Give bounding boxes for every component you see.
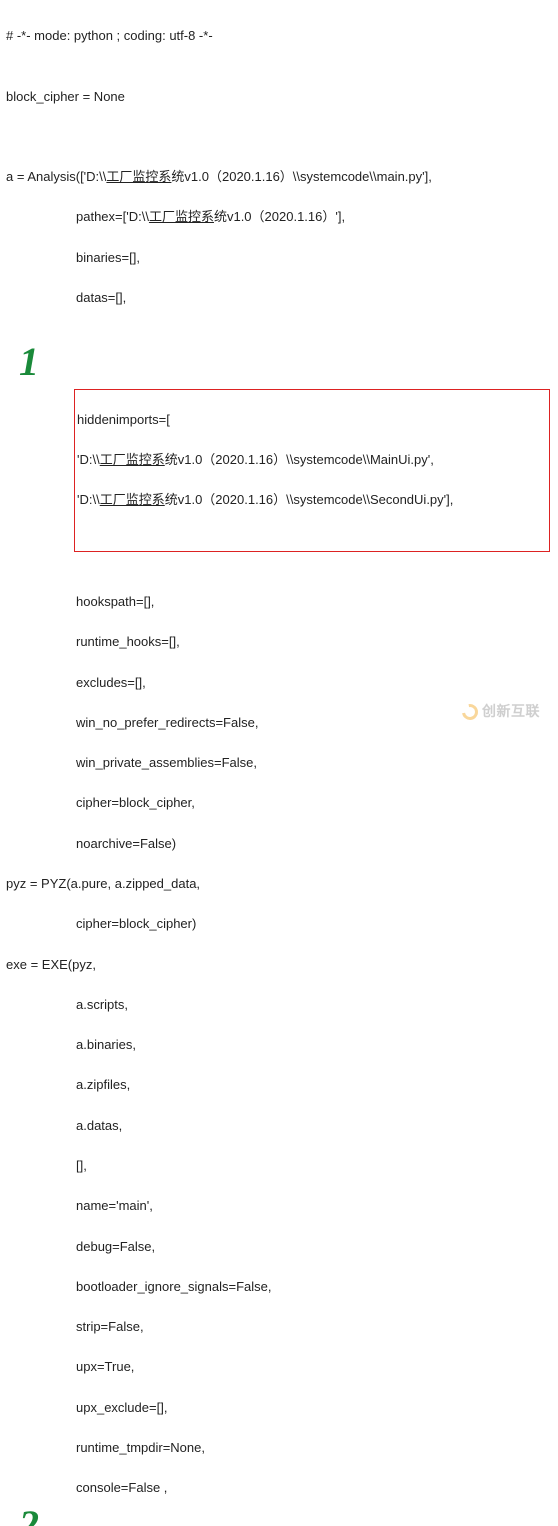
datas-line: datas=[], xyxy=(6,288,552,308)
cipher-line: cipher=block_cipher, xyxy=(6,793,552,813)
pathex-line: pathex=['D:\\工厂监控系统v1.0（2020.1.16）'], xyxy=(6,207,552,227)
pyz-line-1: pyz = PYZ(a.pure, a.zipped_data, xyxy=(6,874,552,894)
block-cipher-line: block_cipher = None xyxy=(6,87,552,107)
hiddenimport-1: 'D:\\工厂监控系统v1.0（2020.1.16）\\systemcode\\… xyxy=(77,450,547,470)
code-block: # -*- mode: python ; coding: utf-8 -*- b… xyxy=(6,6,552,1526)
binaries-a-line: a.binaries, xyxy=(6,1035,552,1055)
zipfiles-line: a.zipfiles, xyxy=(6,1075,552,1095)
upx-exclude-line: upx_exclude=[], xyxy=(6,1398,552,1418)
debug-line: debug=False, xyxy=(6,1237,552,1257)
annotation-marker-2: 2 xyxy=(14,1505,44,1526)
annotation-marker-1: 1 xyxy=(14,342,44,382)
runtime-tmpdir-line: runtime_tmpdir=None, xyxy=(6,1438,552,1458)
name-line: name='main', xyxy=(6,1196,552,1216)
binaries-line: binaries=[], xyxy=(6,248,552,268)
adatas-line: a.datas, xyxy=(6,1116,552,1136)
excludes-line: excludes=[], xyxy=(6,673,552,693)
win-no-prefer-line: win_no_prefer_redirects=False, xyxy=(6,713,552,733)
exe-open: exe = EXE(pyz, xyxy=(6,955,552,975)
bootloader-line: bootloader_ignore_signals=False, xyxy=(6,1277,552,1297)
console-line: console=False , xyxy=(6,1478,552,1498)
noarchive-line: noarchive=False) xyxy=(6,834,552,854)
upx-line: upx=True, xyxy=(6,1357,552,1377)
win-private-line: win_private_assemblies=False, xyxy=(6,753,552,773)
pyz-line-2: cipher=block_cipher) xyxy=(6,914,552,934)
runtime-hooks-line: runtime_hooks=[], xyxy=(6,632,552,652)
brackets-line: [], xyxy=(6,1156,552,1176)
comment-line: # -*- mode: python ; coding: utf-8 -*- xyxy=(6,26,552,46)
hiddenimport-2: 'D:\\工厂监控系统v1.0（2020.1.16）\\systemcode\\… xyxy=(77,490,547,510)
highlight-box-1: hiddenimports=[ 'D:\\工厂监控系统v1.0（2020.1.1… xyxy=(74,389,550,552)
analysis-open: a = Analysis(['D:\\工厂监控系统v1.0（2020.1.16）… xyxy=(6,167,552,187)
hiddenimports-open: hiddenimports=[ xyxy=(77,410,547,430)
scripts-line: a.scripts, xyxy=(6,995,552,1015)
strip-line: strip=False, xyxy=(6,1317,552,1337)
hookspath-line: hookspath=[], xyxy=(6,592,552,612)
